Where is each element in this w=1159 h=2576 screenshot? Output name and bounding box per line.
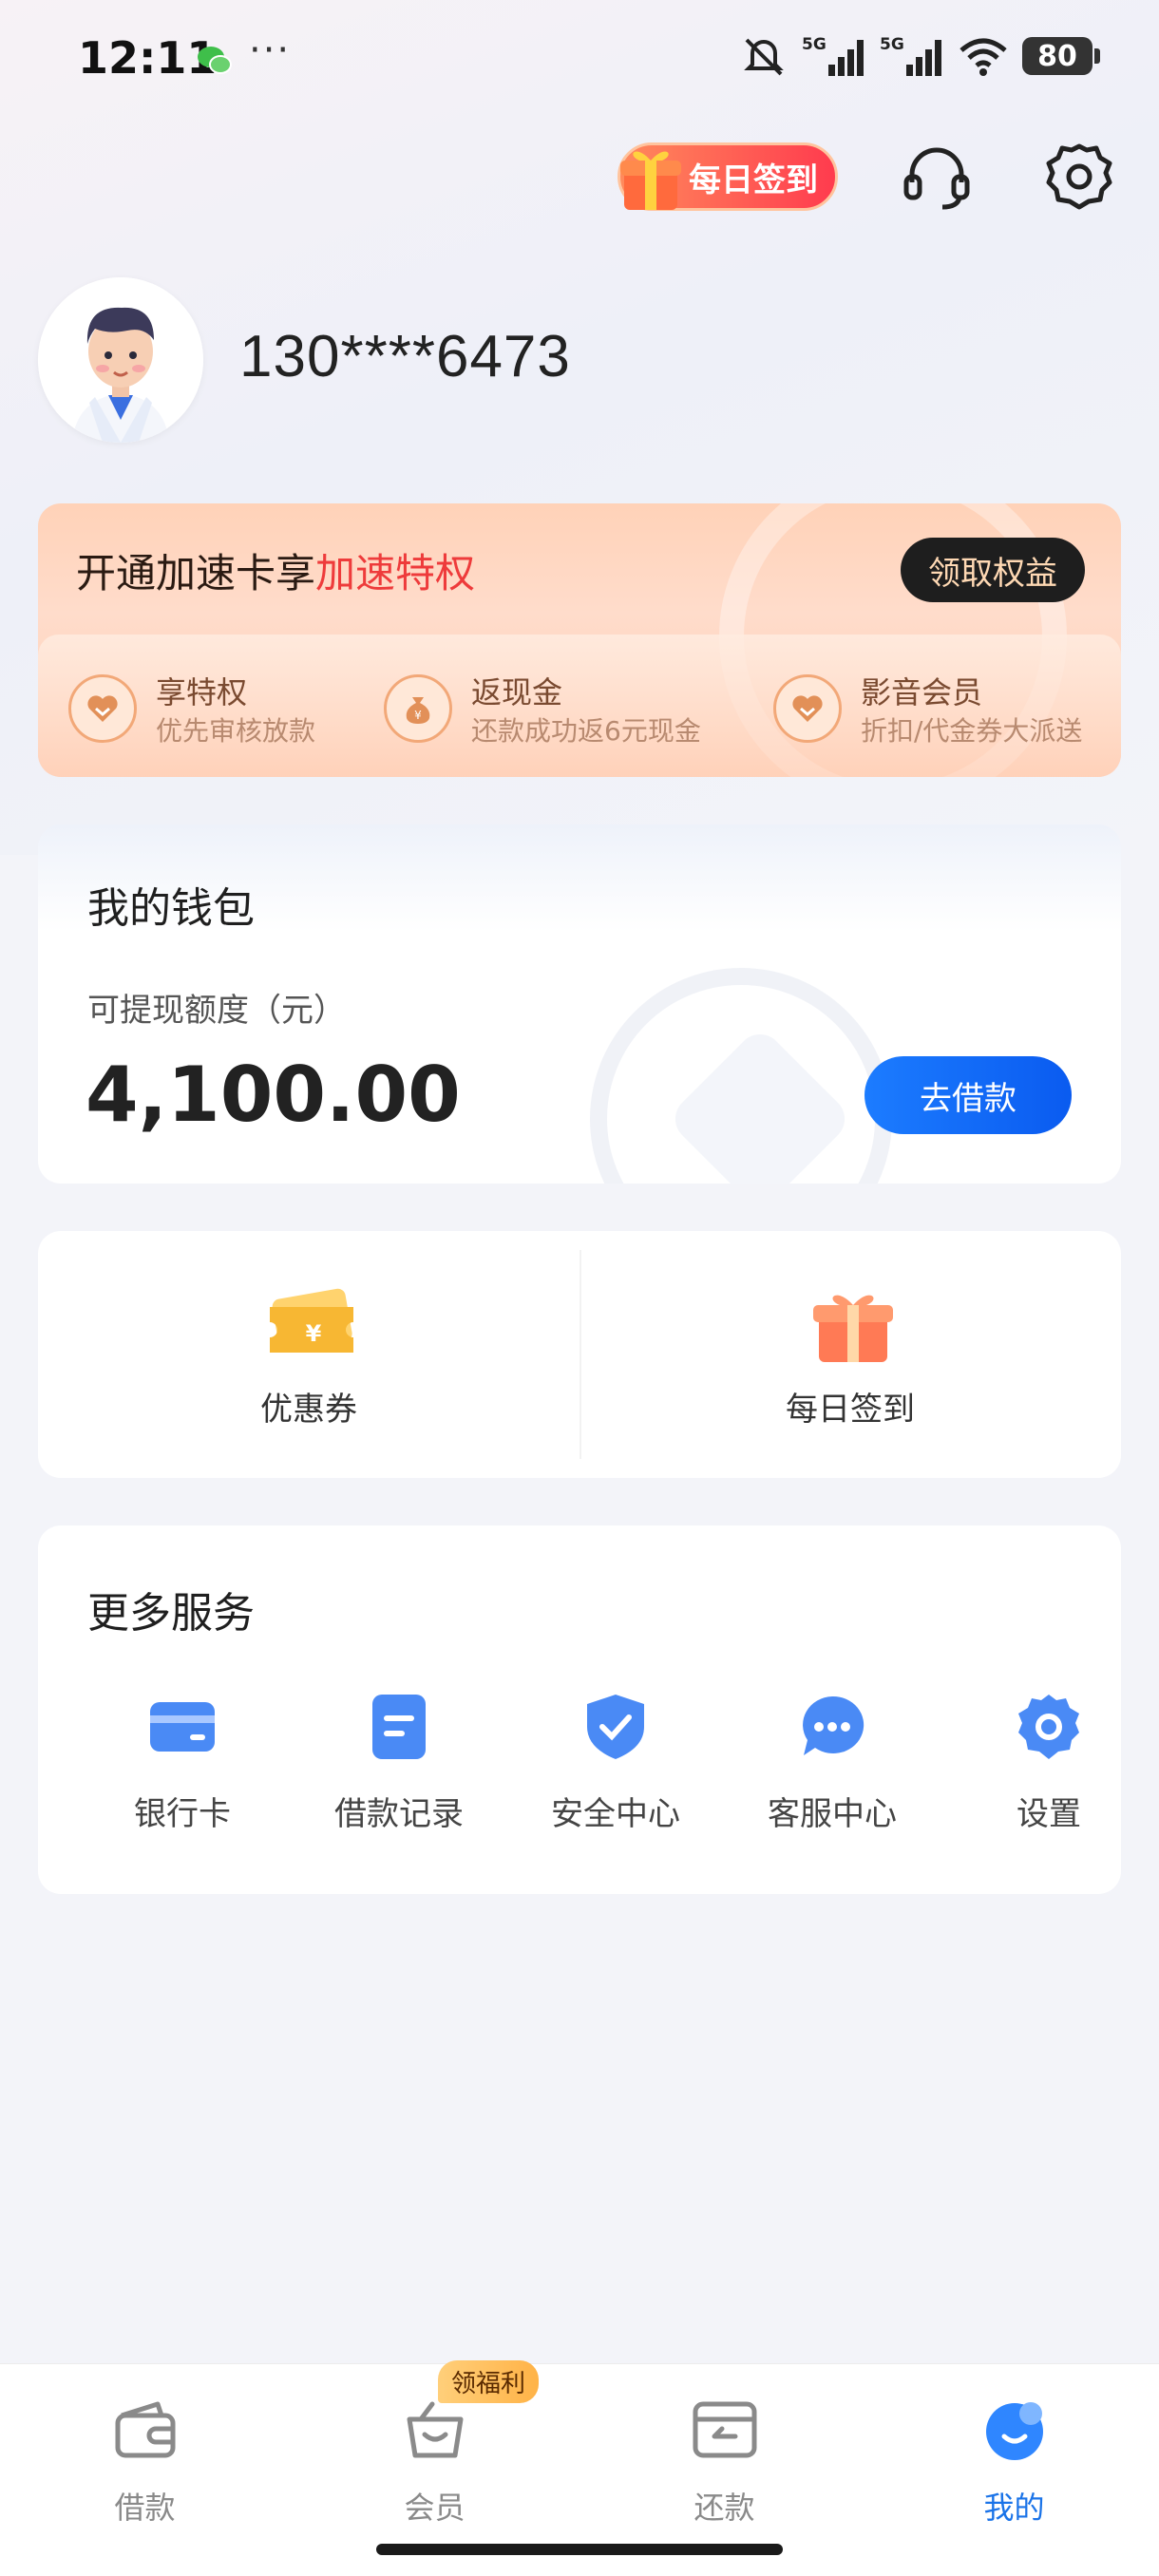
wallet-watermark xyxy=(590,968,892,1184)
tab-label: 还款 xyxy=(694,2490,755,2526)
service-security-center[interactable]: 安全中心 xyxy=(507,1693,724,1845)
status-bar: 12:11 ··· 5G 5G 80 xyxy=(0,0,1159,114)
bank-card-icon xyxy=(150,1702,215,1752)
perk-desc: 优先审核放款 xyxy=(156,715,316,747)
wallet-card: 我的钱包 可提现额度（元） 4,100.00 去借款 xyxy=(38,824,1121,1184)
quick-item-daily-checkin[interactable]: 每日签到 xyxy=(580,1231,1121,1478)
service-label: 安全中心 xyxy=(551,1795,680,1833)
gift-box-icon xyxy=(620,151,681,210)
basket-icon xyxy=(407,2401,464,2458)
network-label-2: 5G xyxy=(880,35,904,54)
banner-title-highlight: 加速特权 xyxy=(315,550,476,597)
perk-title: 返现金 xyxy=(471,674,563,710)
mute-icon xyxy=(744,38,784,76)
signal-5g-icon-2: 5G xyxy=(880,35,941,76)
wechat-icon xyxy=(198,47,232,74)
network-label-1: 5G xyxy=(802,35,826,54)
battery-indicator: 80 xyxy=(1022,37,1100,75)
signal-5g-icon: 5G xyxy=(802,35,864,76)
banner-title-prefix: 开通加速卡享 xyxy=(76,550,316,597)
avatar[interactable] xyxy=(38,277,203,443)
status-icons: 5G 5G 80 xyxy=(739,34,1100,78)
daily-checkin-pill[interactable]: 每日签到 xyxy=(618,142,838,211)
tab-mine[interactable]: 我的 xyxy=(869,2364,1159,2554)
perk-desc: 折扣/代金券大派送 xyxy=(861,715,1083,747)
service-bank-card[interactable]: 银行卡 xyxy=(74,1693,291,1845)
welfare-badge: 领福利 xyxy=(438,2360,540,2403)
chat-icon xyxy=(803,1695,864,1755)
withdrawable-amount: 4,100.00 xyxy=(86,1051,461,1139)
service-label: 客服中心 xyxy=(768,1795,897,1833)
tab-repay[interactable]: 还款 xyxy=(580,2364,869,2554)
quick-actions-card: ¥ 优惠券 每日签到 xyxy=(38,1231,1121,1478)
user-phone: 130****6473 xyxy=(239,324,571,389)
settings-gear-icon[interactable] xyxy=(1043,141,1115,213)
perk-title: 享特权 xyxy=(156,674,248,710)
settings-icon xyxy=(1018,1695,1079,1759)
service-settings[interactable]: 设置 xyxy=(940,1693,1157,1845)
tab-label: 借款 xyxy=(114,2490,176,2526)
headset-icon[interactable] xyxy=(901,141,973,213)
tab-label: 我的 xyxy=(983,2490,1045,2526)
perks-row: 享特权 优先审核放款 ¥ 返现金 还款成功返6元现金 影音会员 折扣/代金券大派… xyxy=(38,635,1121,777)
quick-item-coupon[interactable]: ¥ 优惠券 xyxy=(38,1231,580,1478)
heart-shield-icon xyxy=(68,674,137,743)
more-services-card: 更多服务 银行卡 借款记录 安全中心 客服中心 设置 xyxy=(38,1525,1121,1894)
services-title: 更多服务 xyxy=(87,1589,255,1638)
service-label: 银行卡 xyxy=(134,1795,231,1833)
coupon-icon: ¥ xyxy=(270,1288,353,1353)
svg-text:¥: ¥ xyxy=(414,709,422,722)
daily-checkin-label: 每日签到 xyxy=(689,161,818,199)
tab-borrow[interactable]: 借款 xyxy=(0,2364,290,2554)
doctor-avatar-icon xyxy=(38,277,203,443)
svg-text:¥: ¥ xyxy=(306,1320,322,1347)
record-icon xyxy=(372,1695,426,1759)
service-borrow-record[interactable]: 借款记录 xyxy=(291,1693,507,1845)
home-indicator xyxy=(376,2544,783,2555)
borrow-button[interactable]: 去借款 xyxy=(864,1056,1072,1134)
gift-icon xyxy=(813,1295,893,1362)
tab-label: 会员 xyxy=(404,2490,466,2526)
service-customer-center[interactable]: 客服中心 xyxy=(724,1693,940,1845)
service-label: 借款记录 xyxy=(334,1795,464,1833)
perk-desc: 还款成功返6元现金 xyxy=(471,715,701,747)
status-more-dots: ··· xyxy=(249,28,292,72)
profile-icon xyxy=(986,2402,1043,2460)
repay-icon xyxy=(693,2401,757,2458)
quick-label: 优惠券 xyxy=(260,1391,357,1429)
wallet-icon xyxy=(115,2401,176,2458)
shield-check-icon xyxy=(587,1695,644,1759)
wifi-icon xyxy=(960,38,1007,76)
claim-benefits-button[interactable]: 领取权益 xyxy=(901,538,1085,602)
banner-title: 开通加速卡享加速特权 xyxy=(76,541,475,599)
quick-label: 每日签到 xyxy=(786,1391,915,1429)
accelerator-banner[interactable]: 开通加速卡享加速特权 领取权益 享特权 优先审核放款 ¥ 返现金 还款成功返6元… xyxy=(38,503,1121,777)
service-label: 设置 xyxy=(1016,1795,1081,1833)
withdrawable-label: 可提现额度（元） xyxy=(87,992,346,1030)
perk-title: 影音会员 xyxy=(861,674,983,710)
tab-member[interactable]: 领福利 会员 xyxy=(290,2360,580,2554)
heart-shield-icon xyxy=(773,674,842,743)
money-bag-icon: ¥ xyxy=(384,674,452,743)
wallet-title: 我的钱包 xyxy=(87,884,255,933)
